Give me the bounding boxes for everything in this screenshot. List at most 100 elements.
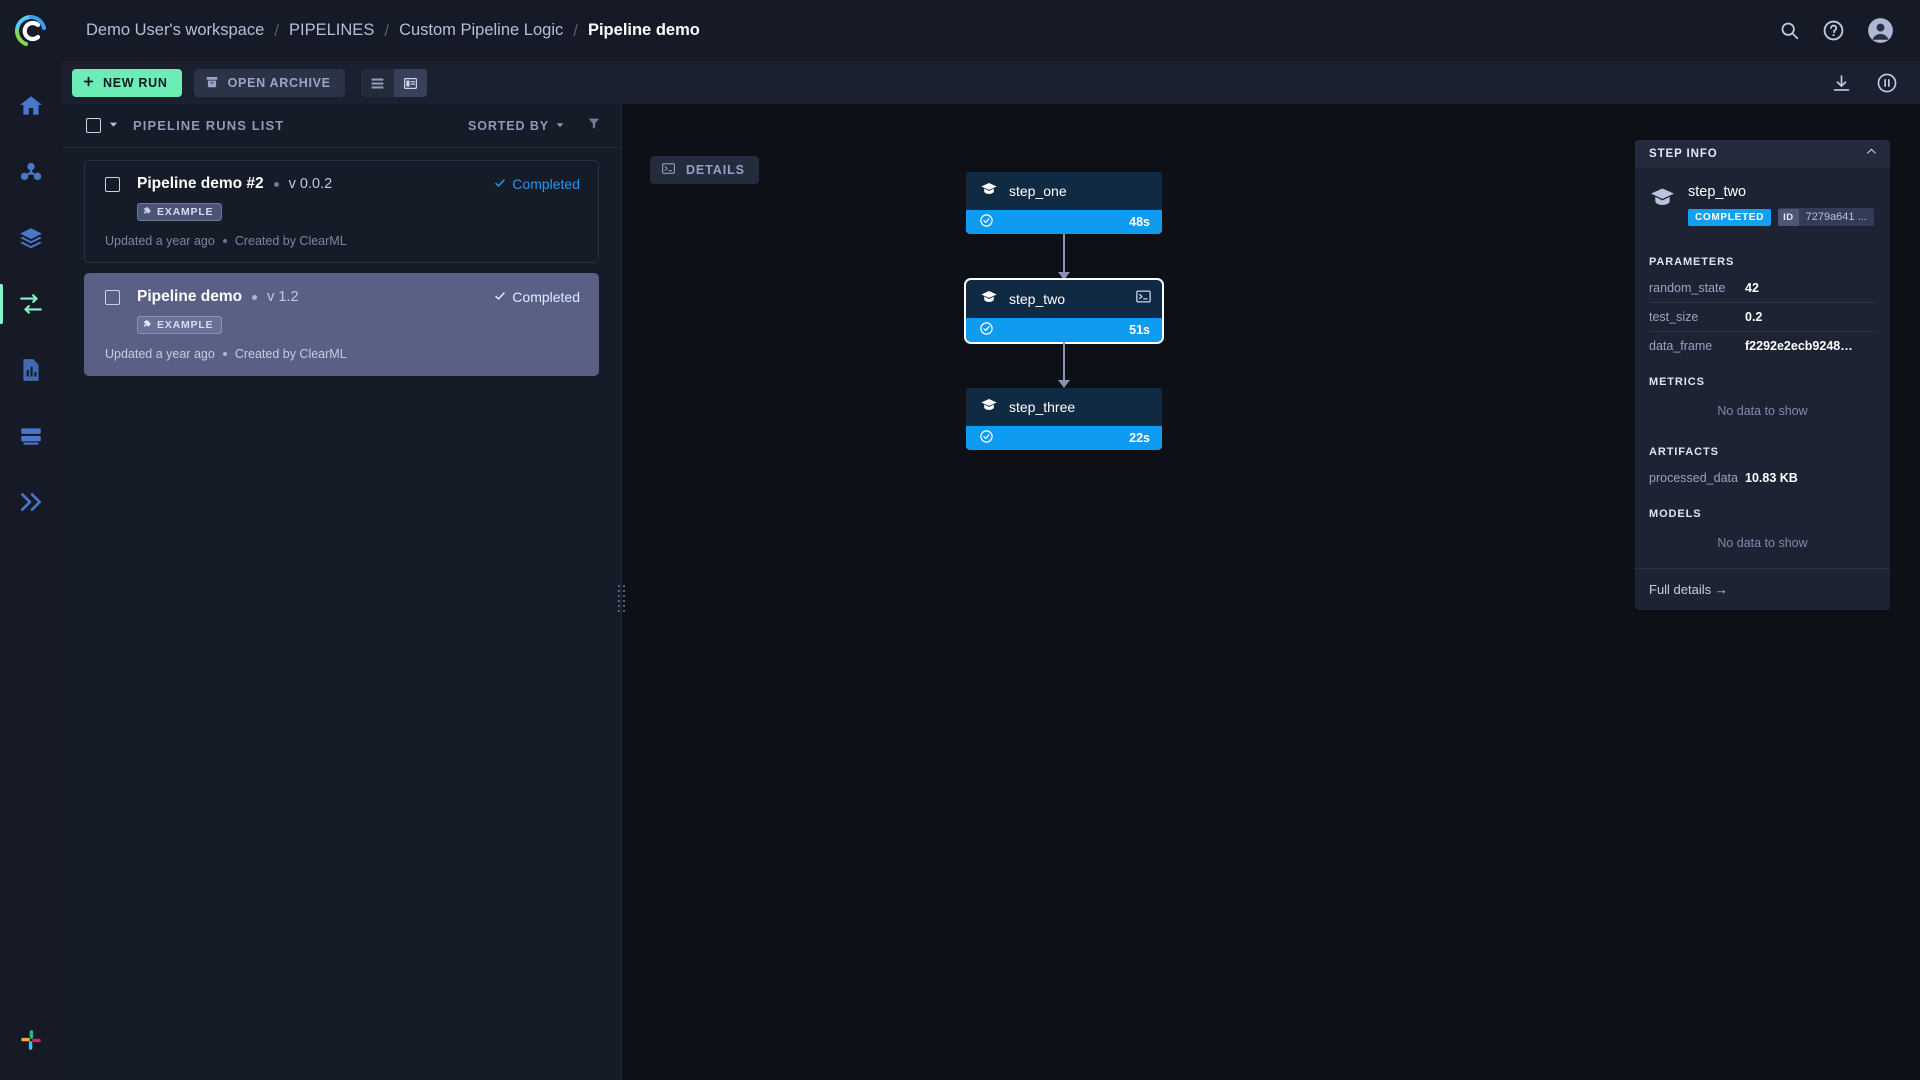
task-id-label: ID	[1778, 208, 1799, 226]
check-circle-icon	[979, 213, 994, 231]
breadcrumb-item-custom-pipeline-logic[interactable]: Custom Pipeline Logic	[399, 21, 563, 40]
table-view-icon[interactable]	[360, 69, 394, 97]
chevron-up-icon[interactable]	[1865, 145, 1878, 163]
parameters-section: PARAMETERS random_state 42 test_size 0.2…	[1635, 256, 1890, 360]
new-run-label: NEW RUN	[103, 76, 168, 90]
example-tag-badge[interactable]: EXAMPLE	[137, 203, 223, 221]
puzzle-piece-icon	[143, 206, 152, 218]
pipeline-runs-panel: PIPELINE RUNS LIST SORTED BY Pipeline de…	[62, 104, 622, 1080]
parameter-row: test_size 0.2	[1649, 303, 1876, 332]
run-created-by: Created by ClearML	[234, 234, 347, 248]
example-tag-badge[interactable]: EXAMPLE	[137, 316, 223, 334]
breadcrumb: Demo User's workspace / PIPELINES / Cust…	[86, 21, 700, 41]
status-badge: Completed	[494, 176, 580, 192]
run-name: Pipeline demo #2	[137, 175, 264, 192]
clearml-logo[interactable]	[0, 0, 62, 62]
split-view-icon[interactable]	[393, 69, 427, 97]
run-checkbox[interactable]	[105, 289, 120, 305]
artifact-row[interactable]: processed_data 10.83 KB	[1649, 464, 1876, 492]
toolbar-right-actions	[1831, 72, 1898, 94]
pause-circle-icon[interactable]	[1876, 72, 1898, 94]
check-icon	[494, 289, 506, 305]
sidebar-item-reports[interactable]	[0, 338, 62, 402]
panel-resize-handle[interactable]	[616, 584, 626, 612]
models-section: MODELS No data to show	[1635, 508, 1890, 568]
sidebar-item-applications[interactable]	[0, 470, 62, 534]
separator-dot	[222, 239, 227, 243]
node-label: step_one	[1009, 183, 1067, 199]
node-header: step_three	[966, 388, 1162, 426]
terminal-icon[interactable]	[1135, 288, 1152, 310]
graduation-cap-icon	[980, 396, 998, 419]
run-checkbox[interactable]	[105, 176, 120, 192]
task-id-badge[interactable]: ID 7279a641 ...	[1778, 208, 1874, 226]
dag-node-step-three[interactable]: step_three 22s	[966, 388, 1162, 450]
parameter-value: 0.2	[1745, 310, 1763, 324]
dag-node-step-one[interactable]: step_one 48s	[966, 172, 1162, 234]
models-title: MODELS	[1649, 508, 1702, 520]
breadcrumb-item-pipelines[interactable]: PIPELINES	[289, 21, 374, 40]
dag-edge-one-two	[1063, 234, 1065, 276]
artifacts-title: ARTIFACTS	[1649, 446, 1719, 458]
node-duration: 51s	[1129, 323, 1150, 337]
sort-by-control[interactable]: SORTED BY	[468, 119, 565, 133]
toolbar: NEW RUN OPEN ARCHIVE	[62, 62, 1920, 104]
run-name: Pipeline demo	[137, 288, 243, 305]
new-run-button[interactable]: NEW RUN	[72, 69, 182, 97]
step-info-title: STEP INFO	[1649, 148, 1718, 160]
runs-list-header: PIPELINE RUNS LIST SORTED BY	[62, 104, 621, 148]
node-footer: 22s	[966, 426, 1162, 450]
step-info-task: step_two COMPLETED ID 7279a641 ...	[1635, 168, 1890, 240]
search-icon[interactable]	[1779, 20, 1800, 41]
sidebar-item-workers[interactable]	[0, 404, 62, 468]
node-header: step_one	[966, 172, 1162, 210]
run-title-row: Pipeline demo #2 v 0.0.2 Completed	[105, 175, 580, 193]
runs-list-title: PIPELINE RUNS LIST	[133, 118, 285, 133]
separator-dot	[273, 181, 279, 187]
user-avatar-icon[interactable]	[1867, 17, 1894, 44]
run-created-by: Created by ClearML	[234, 347, 347, 361]
list-item[interactable]: Pipeline demo v 1.2 Completed EXAMPLE Up…	[84, 273, 599, 376]
task-id-value: 7279a641 ...	[1805, 211, 1867, 223]
step-info-task-name: step_two	[1688, 184, 1747, 200]
help-circle-icon[interactable]	[1822, 19, 1845, 42]
download-icon[interactable]	[1831, 73, 1852, 94]
status-label: Completed	[512, 289, 580, 305]
graduation-cap-icon	[980, 288, 998, 311]
sidebar-item-home[interactable]	[0, 74, 62, 138]
filter-icon[interactable]	[587, 116, 601, 135]
top-bar-actions	[1779, 17, 1894, 44]
pipeline-dag-canvas[interactable]: DETAILS step_one 48s step_two 51s step_t…	[622, 104, 1920, 1080]
slack-icon[interactable]	[18, 1027, 44, 1058]
node-duration: 22s	[1129, 431, 1150, 445]
metrics-empty-state: No data to show	[1717, 404, 1808, 418]
rail-items	[0, 74, 62, 534]
list-item[interactable]: Pipeline demo #2 v 0.0.2 Completed EXAMP…	[84, 160, 599, 263]
sidebar-item-pipelines[interactable]	[0, 272, 62, 336]
puzzle-piece-icon	[143, 319, 152, 331]
full-details-link[interactable]: Full details →	[1635, 568, 1890, 610]
sidebar-item-datasets[interactable]	[0, 206, 62, 270]
dag-node-step-two[interactable]: step_two 51s	[964, 278, 1164, 344]
breadcrumb-separator: /	[384, 20, 390, 40]
artifact-value: 10.83 KB	[1745, 471, 1798, 485]
top-bar: Demo User's workspace / PIPELINES / Cust…	[62, 0, 1920, 62]
separator-dot	[222, 352, 227, 356]
step-info-task-body: step_two COMPLETED ID 7279a641 ...	[1688, 184, 1874, 226]
dag-edge-arrow	[1058, 380, 1070, 388]
metrics-section: METRICS No data to show	[1635, 376, 1890, 430]
graduation-cap-icon	[1649, 184, 1676, 216]
parameter-value: 42	[1745, 281, 1759, 295]
breadcrumb-separator: /	[573, 20, 578, 40]
plus-icon	[82, 75, 95, 91]
parameter-row: data_frame f2292e2ecb9248…	[1649, 332, 1876, 360]
run-meta: Updated a year ago Created by ClearML	[105, 347, 580, 361]
runs-card-list: Pipeline demo #2 v 0.0.2 Completed EXAMP…	[62, 148, 621, 376]
sidebar-item-projects[interactable]	[0, 140, 62, 204]
select-all-checkbox[interactable]	[86, 118, 101, 133]
node-label: step_two	[1009, 291, 1066, 307]
breadcrumb-item-workspace[interactable]: Demo User's workspace	[86, 21, 264, 40]
select-all-chevron-down-icon[interactable]	[108, 117, 119, 135]
open-archive-button[interactable]: OPEN ARCHIVE	[193, 69, 345, 97]
open-archive-label: OPEN ARCHIVE	[227, 76, 331, 90]
